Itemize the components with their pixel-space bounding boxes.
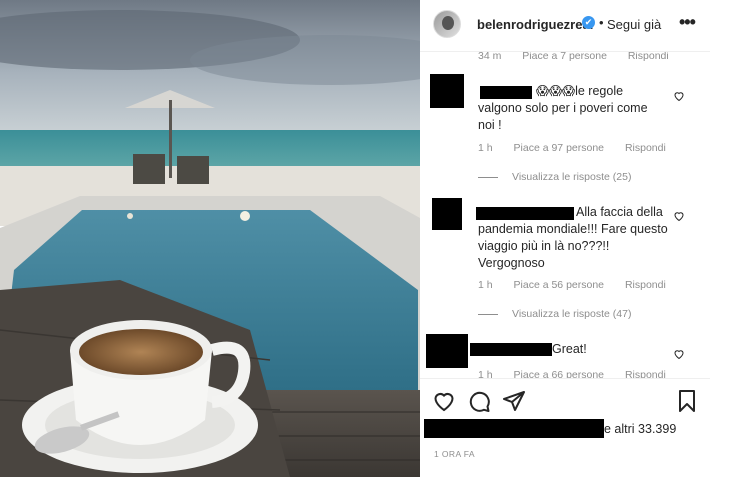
- post-actions: e altri 33.399 1 ORA FA: [420, 378, 710, 477]
- bookmark-icon[interactable]: [675, 389, 699, 413]
- comment-meta: 34 m Piace a 7 persone Rispondi: [478, 52, 687, 62]
- comment-time: 1 h: [478, 279, 493, 291]
- username[interactable]: belenrodriguezreal: [477, 17, 593, 32]
- reply-button[interactable]: Rispondi: [625, 279, 666, 291]
- comment-likes[interactable]: Piace a 97 persone: [514, 142, 604, 154]
- sea: [0, 130, 420, 168]
- post-photo[interactable]: [0, 0, 420, 477]
- comment-avatar-redacted[interactable]: [432, 198, 462, 230]
- reply-button[interactable]: Rispondi: [625, 142, 666, 154]
- comment-likes[interactable]: Piace a 7 persone: [522, 52, 607, 62]
- heart-icon[interactable]: [673, 210, 685, 222]
- reply-button[interactable]: Rispondi: [625, 369, 666, 378]
- view-replies-button[interactable]: Visualizza le risposte (25): [478, 171, 631, 183]
- comment-time: 1 h: [478, 369, 493, 378]
- comment-meta: 1 h Piace a 66 persone Rispondi: [478, 369, 684, 378]
- comment-meta: 1 h Piace a 97 persone Rispondi: [478, 142, 684, 154]
- more-options-icon[interactable]: •••: [679, 12, 696, 33]
- heart-icon[interactable]: [673, 90, 685, 102]
- reply-button[interactable]: Rispondi: [628, 52, 669, 62]
- follow-button[interactable]: Segui già: [607, 17, 661, 32]
- comment-likes[interactable]: Piace a 66 persone: [514, 369, 604, 378]
- comment-list[interactable]: 34 m Piace a 7 persone Rispondi 😱😱😱le re…: [420, 52, 710, 378]
- heart-icon[interactable]: [432, 389, 456, 413]
- comment-time: 34 m: [478, 52, 502, 62]
- heart-icon[interactable]: [673, 348, 685, 360]
- comment-avatar-redacted[interactable]: [426, 334, 468, 368]
- likes-names-redacted: [424, 419, 604, 438]
- comment-avatar-redacted[interactable]: [430, 74, 464, 108]
- comment-text: 😱😱😱le regole valgono solo per i poveri c…: [478, 84, 648, 132]
- separator-dot: •: [599, 15, 604, 30]
- comment-meta: 1 h Piace a 56 persone Rispondi: [478, 279, 684, 291]
- photo-scene: [0, 0, 420, 477]
- comment-username-redacted: [470, 343, 552, 356]
- verified-badge-icon: ✔: [582, 16, 595, 29]
- comment-likes[interactable]: Piace a 56 persone: [514, 279, 604, 291]
- avatar[interactable]: [433, 10, 461, 38]
- comments-panel: belenrodriguezreal ✔ • Segui già ••• 34 …: [420, 0, 750, 477]
- comment-time: 1 h: [478, 142, 493, 154]
- share-icon[interactable]: [502, 389, 526, 413]
- likes-count[interactable]: e altri 33.399: [604, 422, 676, 436]
- post-header: belenrodriguezreal ✔ • Segui già •••: [420, 0, 710, 52]
- comment-icon[interactable]: [467, 389, 491, 413]
- post-timestamp[interactable]: 1 ORA FA: [434, 449, 475, 459]
- comment-text: Alla faccia della pandemia mondiale!!! F…: [478, 205, 668, 270]
- comment-text: Great!: [552, 342, 587, 356]
- view-replies-button[interactable]: Visualizza le risposte (47): [478, 308, 631, 320]
